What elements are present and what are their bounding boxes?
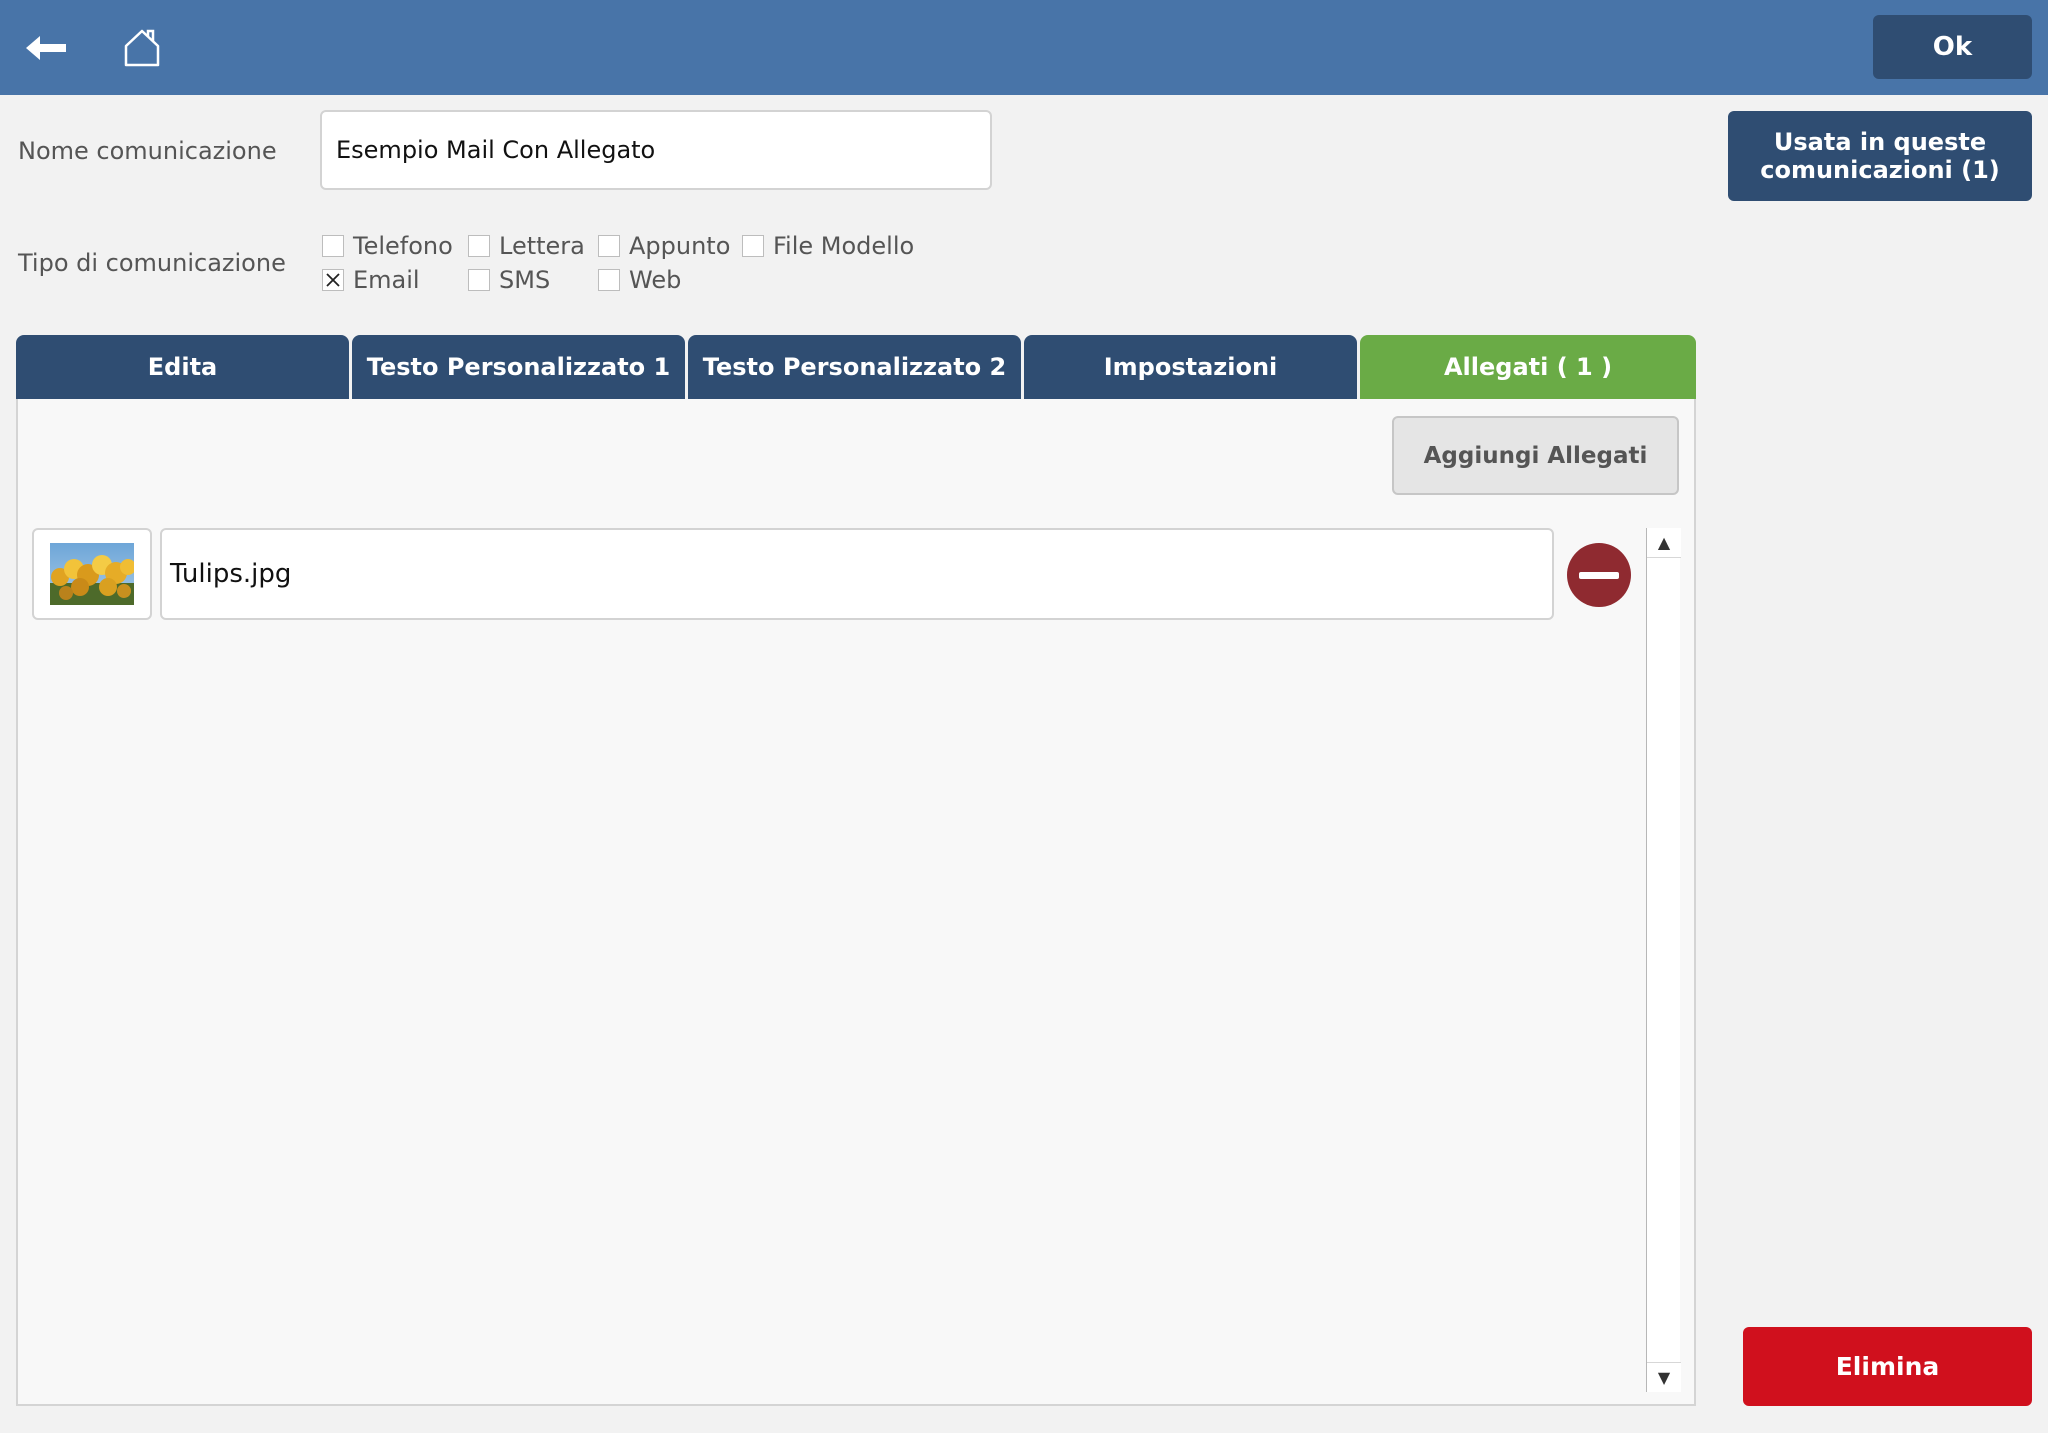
checkbox-box[interactable] — [598, 269, 620, 291]
checkbox-box[interactable] — [598, 235, 620, 257]
type-label: Tipo di comunicazione — [18, 249, 286, 277]
scroll-up-arrow-icon[interactable]: ▲ — [1647, 528, 1681, 558]
type-checkbox-email[interactable]: Email — [322, 265, 420, 295]
checkbox-label: File Modello — [773, 232, 915, 260]
checkbox-label: Web — [629, 266, 682, 294]
tab-edita[interactable]: Edita — [16, 335, 349, 399]
remove-attachment-button[interactable] — [1567, 543, 1631, 607]
add-attachments-button[interactable]: Aggiungi Allegati — [1392, 416, 1679, 495]
checkbox-label: Lettera — [499, 232, 585, 260]
checkbox-label: SMS — [499, 266, 551, 294]
checkbox-box[interactable] — [468, 235, 490, 257]
checkbox-box[interactable] — [742, 235, 764, 257]
checkbox-box[interactable] — [322, 235, 344, 257]
type-checkbox-sms[interactable]: SMS — [468, 265, 550, 295]
home-icon — [124, 29, 160, 67]
name-label: Nome comunicazione — [18, 137, 277, 165]
checkbox-box-checked[interactable] — [322, 269, 344, 291]
type-checkbox-web[interactable]: Web — [598, 265, 681, 295]
remove-icon — [1579, 571, 1619, 579]
attachment-name-field[interactable]: Tulips.jpg — [160, 528, 1554, 620]
check-x-icon — [326, 273, 340, 287]
tab-testo-personalizzato-2[interactable]: Testo Personalizzato 2 — [688, 335, 1021, 399]
type-checkbox-telefono[interactable]: Telefono — [322, 231, 453, 261]
back-button[interactable] — [18, 20, 74, 76]
tab-allegati[interactable]: Allegati ( 1 ) — [1360, 335, 1696, 399]
home-button[interactable] — [114, 20, 170, 76]
scroll-down-arrow-icon[interactable]: ▼ — [1647, 1362, 1681, 1392]
type-checkbox-file-modello[interactable]: File Modello — [742, 231, 914, 261]
type-checkbox-lettera[interactable]: Lettera — [468, 231, 585, 261]
name-input[interactable] — [320, 110, 992, 190]
attachment-thumbnail[interactable] — [32, 528, 152, 620]
tab-testo-personalizzato-1[interactable]: Testo Personalizzato 1 — [352, 335, 685, 399]
type-checkbox-appunto[interactable]: Appunto — [598, 231, 730, 261]
used-in-communications-button[interactable]: Usata in queste comunicazioni (1) — [1728, 111, 2032, 201]
tab-impostazioni[interactable]: Impostazioni — [1024, 335, 1357, 399]
arrow-left-icon — [26, 36, 66, 60]
delete-button[interactable]: Elimina — [1743, 1327, 2032, 1406]
checkbox-label: Email — [353, 266, 420, 294]
top-toolbar: Ok — [0, 0, 2048, 95]
ok-button[interactable]: Ok — [1873, 15, 2032, 79]
tulips-thumbnail — [50, 543, 134, 605]
checkbox-label: Appunto — [629, 232, 731, 260]
scrollbar[interactable]: ▲ ▼ — [1646, 528, 1681, 1392]
checkbox-label: Telefono — [353, 232, 453, 260]
checkbox-box[interactable] — [468, 269, 490, 291]
